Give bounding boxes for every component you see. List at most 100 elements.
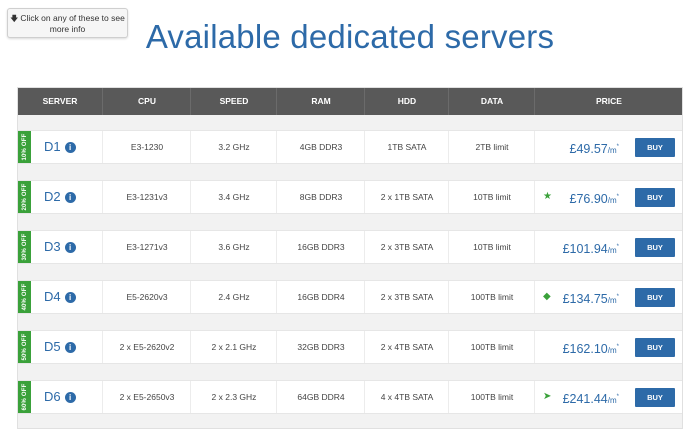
- price-amount: £76.90: [569, 192, 608, 206]
- ram-cell: 4GB DDR3: [276, 131, 365, 163]
- header-price: PRICE: [534, 88, 683, 115]
- table-row: 30% OFF D3 i E3-1271v3 3.6 GHz 16GB DDR3 2 x 3…: [18, 230, 682, 264]
- price-unit: /m: [607, 296, 617, 305]
- cpu-cell: E3-1271v3: [102, 231, 191, 263]
- info-icon[interactable]: i: [64, 242, 76, 253]
- price-asterisk: *: [616, 344, 619, 350]
- table-row: 60% OFF D6 i 2 x E5-2650v3 2 x 2.3 GHz 64GB D…: [18, 380, 682, 414]
- speed-cell: 3.4 GHz: [190, 181, 277, 213]
- server-label: D5: [44, 339, 61, 354]
- buy-button[interactable]: BUY: [635, 288, 675, 307]
- hdd-cell: 2 x 3TB SATA: [364, 231, 449, 263]
- price-amount: £241.44: [562, 392, 608, 406]
- price-amount: £134.75: [562, 292, 608, 306]
- table-row: 50% OFF D5 i 2 x E5-2620v2 2 x 2.1 GHz 32GB D…: [18, 330, 682, 364]
- data-cell: 10TB limit: [448, 231, 535, 263]
- header-server: SERVER: [42, 96, 78, 106]
- server-name[interactable]: D2 i: [44, 181, 76, 213]
- price-asterisk: *: [616, 394, 619, 400]
- price-unit: /m: [607, 396, 617, 405]
- hdd-cell: 4 x 4TB SATA: [364, 381, 449, 413]
- ram-cell: 8GB DDR3: [276, 181, 365, 213]
- page-title: Available dedicated servers: [145, 18, 555, 55]
- speed-cell: 3.6 GHz: [190, 231, 277, 263]
- price-amount: £49.57: [569, 142, 608, 156]
- header-ram: RAM: [276, 88, 365, 115]
- discount-badge: 20% OFF: [18, 181, 31, 213]
- price-asterisk: *: [616, 244, 619, 250]
- discount-badge-label: 50% OFF: [21, 333, 28, 361]
- table-row: 20% OFF D2 i E3-1231v3 3.4 GHz 8GB DDR3 2 x 1T…: [18, 180, 682, 214]
- price-amount: £162.10: [562, 342, 608, 356]
- header-hdd: HDD: [364, 88, 449, 115]
- price-cell: £162.10/m* BUY: [534, 331, 683, 363]
- hdd-cell: 2 x 4TB SATA: [364, 331, 449, 363]
- price-unit: /m: [607, 246, 617, 255]
- price-asterisk: *: [616, 294, 619, 300]
- speed-cell: 2 x 2.3 GHz: [190, 381, 277, 413]
- buy-button[interactable]: BUY: [635, 138, 675, 157]
- data-cell: 100TB limit: [448, 381, 535, 413]
- discount-badge: 40% OFF: [18, 281, 31, 313]
- rocket-icon: ➤: [543, 391, 552, 402]
- price-cell: ★ £76.90/m* BUY: [534, 181, 683, 213]
- price-value: £76.90/m*: [570, 181, 619, 213]
- data-cell: 100TB limit: [448, 331, 535, 363]
- price-value: £241.44/m*: [563, 381, 619, 413]
- server-name[interactable]: D6 i: [44, 381, 76, 413]
- discount-badge: 30% OFF: [18, 231, 31, 263]
- data-cell: 2TB limit: [448, 131, 535, 163]
- ram-cell: 16GB DDR4: [276, 281, 365, 313]
- discount-badge: 50% OFF: [18, 331, 31, 363]
- ram-cell: 16GB DDR3: [276, 231, 365, 263]
- cpu-cell: 2 x E5-2650v3: [102, 381, 191, 413]
- server-name[interactable]: D4 i: [44, 281, 76, 313]
- discount-badge-label: 20% OFF: [21, 183, 28, 211]
- price-unit: /m: [607, 196, 617, 205]
- info-icon[interactable]: i: [64, 192, 76, 203]
- info-icon[interactable]: i: [64, 292, 76, 303]
- discount-badge-label: 10% OFF: [21, 133, 28, 161]
- servers-table: SERVER CPU SPEED RAM HDD DATA PRICE 10% …: [17, 87, 683, 429]
- star-icon: ★: [543, 191, 552, 202]
- header-cpu: CPU: [102, 88, 191, 115]
- ram-cell: 32GB DDR3: [276, 331, 365, 363]
- table-row: 40% OFF D4 i E5-2620v3 2.4 GHz 16GB DDR4 2 x 3…: [18, 280, 682, 314]
- buy-button[interactable]: BUY: [635, 188, 675, 207]
- info-icon[interactable]: i: [64, 392, 76, 403]
- server-label: D4: [44, 289, 61, 304]
- price-asterisk: *: [616, 144, 619, 150]
- server-name[interactable]: D3 i: [44, 231, 76, 263]
- cpu-cell: E3-1231v3: [102, 181, 191, 213]
- ram-cell: 64GB DDR4: [276, 381, 365, 413]
- buy-button[interactable]: BUY: [635, 338, 675, 357]
- info-icon[interactable]: i: [64, 342, 76, 353]
- info-icon[interactable]: i: [64, 142, 76, 153]
- data-cell: 100TB limit: [448, 281, 535, 313]
- header-speed: SPEED: [190, 88, 277, 115]
- price-cell: £101.94/m* BUY: [534, 231, 683, 263]
- server-label: D3: [44, 239, 61, 254]
- speed-cell: 2 x 2.1 GHz: [190, 331, 277, 363]
- tag-icon: ◆: [543, 291, 551, 302]
- buy-button[interactable]: BUY: [635, 388, 675, 407]
- server-name[interactable]: D1 i: [44, 131, 76, 163]
- discount-badge: 60% OFF: [18, 381, 31, 413]
- cpu-cell: 2 x E5-2620v2: [102, 331, 191, 363]
- price-asterisk: *: [616, 194, 619, 200]
- price-amount: £101.94: [562, 242, 608, 256]
- speed-cell: 3.2 GHz: [190, 131, 277, 163]
- buy-button[interactable]: BUY: [635, 238, 675, 257]
- speed-cell: 2.4 GHz: [190, 281, 277, 313]
- price-value: £162.10/m*: [563, 331, 619, 363]
- discount-badge: 10% OFF: [18, 131, 31, 163]
- discount-badge-label: 60% OFF: [21, 383, 28, 411]
- server-label: D6: [44, 389, 61, 404]
- price-unit: /m: [607, 346, 617, 355]
- hdd-cell: 2 x 1TB SATA: [364, 181, 449, 213]
- server-name[interactable]: D5 i: [44, 331, 76, 363]
- price-cell: ◆ £134.75/m* BUY: [534, 281, 683, 313]
- price-unit: /m: [607, 146, 617, 155]
- hdd-cell: 2 x 3TB SATA: [364, 281, 449, 313]
- discount-badge-label: 30% OFF: [21, 233, 28, 261]
